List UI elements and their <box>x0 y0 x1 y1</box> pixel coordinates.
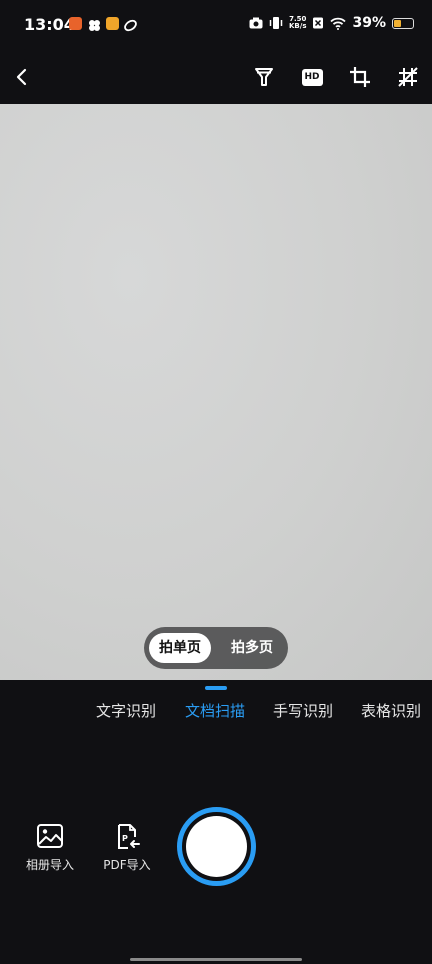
notification-app-icon <box>69 17 82 30</box>
shutter-inner <box>186 816 247 877</box>
status-icons: 7.50 KB/s 39% <box>249 15 414 31</box>
album-import-button[interactable]: 相册导入 <box>15 823 85 873</box>
pdf-import-label: PDF导入 <box>103 858 151 872</box>
fan-notification-icon <box>88 17 101 31</box>
crop-icon <box>350 67 370 87</box>
camera-status-icon <box>249 17 263 29</box>
network-speed-unit: KB/s <box>289 22 307 30</box>
pdf-import-icon: P <box>118 824 140 849</box>
top-toolbar: HD <box>0 50 432 104</box>
multi-page-option[interactable]: 拍多页 <box>221 633 283 663</box>
no-sim-icon <box>313 17 324 29</box>
wifi-icon <box>330 17 347 30</box>
home-indicator[interactable] <box>130 958 302 961</box>
battery-icon <box>392 17 414 29</box>
battery-percent: 39% <box>352 15 386 31</box>
vibrate-icon <box>269 17 283 29</box>
status-time: 13:04 <box>24 15 75 34</box>
tab-table-recognition[interactable]: 表格识别 <box>361 700 421 721</box>
shutter-button[interactable] <box>177 807 256 886</box>
app-notification-icon <box>106 17 119 30</box>
hd-button[interactable]: HD <box>296 61 328 93</box>
tab-handwriting-recognition[interactable]: 手写识别 <box>273 700 333 721</box>
chevron-left-icon <box>16 68 27 86</box>
image-icon <box>37 824 63 848</box>
single-page-option[interactable]: 拍单页 <box>149 633 211 663</box>
hd-icon: HD <box>301 68 323 86</box>
active-tab-indicator <box>205 686 227 690</box>
tab-document-scan[interactable]: 文档扫描 <box>185 700 245 721</box>
grid-off-icon <box>398 67 418 87</box>
network-speed: 7.50 KB/s <box>289 16 306 30</box>
status-bar: 13:04 7.50 KB/s 39% <box>0 0 432 50</box>
filter-button[interactable] <box>248 61 280 93</box>
back-button[interactable] <box>6 61 38 93</box>
capture-mode-toggle: 拍单页 拍多页 <box>144 627 288 669</box>
album-import-label: 相册导入 <box>25 858 74 872</box>
filter-icon <box>255 68 273 86</box>
svg-text:P: P <box>122 834 128 843</box>
battery-fill <box>394 19 402 27</box>
leaf-notification-icon <box>124 17 137 32</box>
grid-toggle-button[interactable] <box>392 61 424 93</box>
crop-button[interactable] <box>344 61 376 93</box>
tab-text-recognition[interactable]: 文字识别 <box>96 700 156 721</box>
camera-preview[interactable] <box>0 104 432 680</box>
pdf-import-button[interactable]: P PDF导入 <box>92 823 162 873</box>
